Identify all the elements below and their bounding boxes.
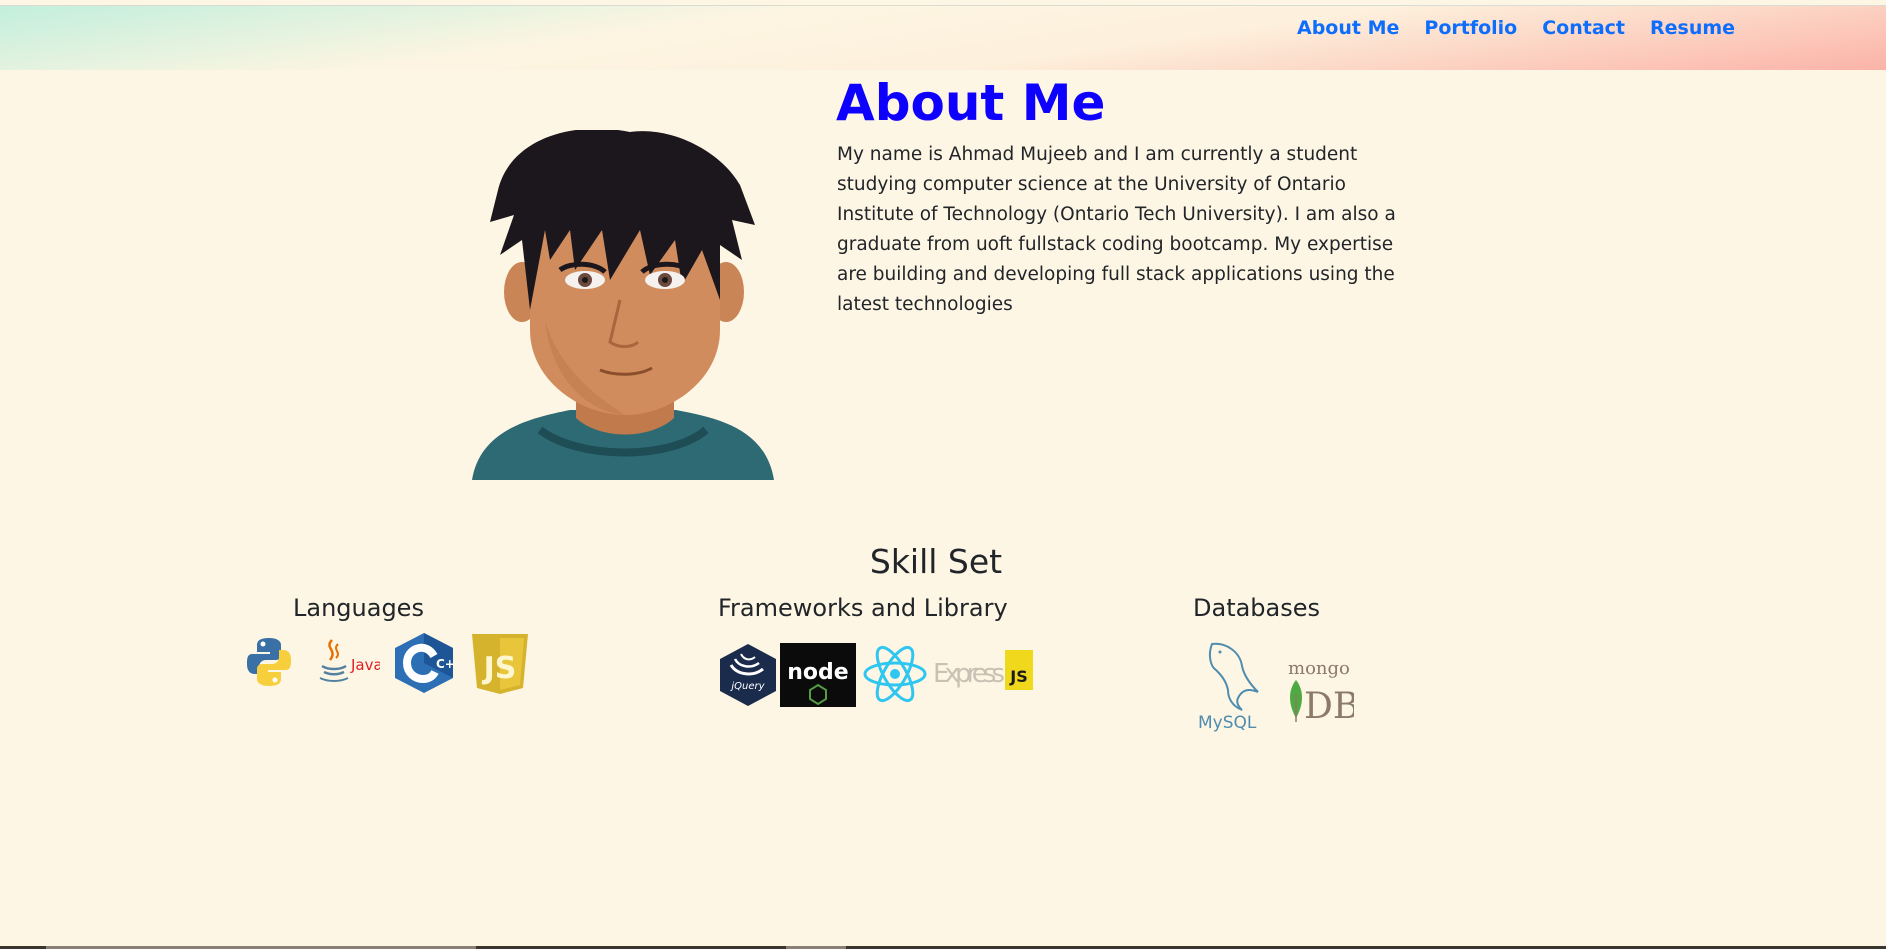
java-text: Java [350, 656, 380, 674]
mongo-text: mongo [1288, 658, 1350, 679]
mongodb-icon: mongo DB [1288, 658, 1354, 722]
nav-link-portfolio[interactable]: Portfolio [1424, 12, 1517, 44]
nav-link-contact[interactable]: Contact [1542, 12, 1625, 44]
react-icon [863, 645, 927, 703]
databases-title: Databases [1193, 594, 1321, 622]
mysql-text: MySQL [1198, 713, 1257, 732]
java-icon: Java [319, 639, 380, 682]
cpp-text: C++ [436, 657, 456, 671]
jquery-text: jQuery [729, 681, 765, 692]
express-text: Express [933, 659, 1005, 689]
nav-links: About Me Portfolio Contact Resume [1297, 12, 1760, 44]
cplusplus-icon: C++ [395, 633, 456, 693]
nodejs-icon: node [780, 643, 856, 707]
about-title: About Me [836, 74, 1106, 132]
frameworks-title: Frameworks and Library [718, 594, 1008, 622]
avatar [472, 130, 774, 480]
express-js-text: JS [1009, 667, 1027, 686]
node-text: node [787, 660, 848, 685]
expressjs-icon: Express JS [933, 650, 1033, 690]
nav-link-resume[interactable]: Resume [1650, 12, 1735, 44]
navbar: About Me Portfolio Contact Resume [0, 5, 1886, 70]
mysql-icon: MySQL [1198, 642, 1259, 732]
js-text: JS [482, 651, 517, 686]
javascript-icon: JS [472, 634, 528, 694]
skills-title: Skill Set [869, 542, 1003, 581]
python-icon [247, 638, 291, 686]
jquery-icon: jQuery [720, 644, 776, 706]
languages-title: Languages [293, 594, 424, 622]
about-description: My name is Ahmad Mujeeb and I am current… [837, 144, 1396, 315]
nav-link-about-me[interactable]: About Me [1297, 12, 1399, 44]
db-text: DB [1304, 686, 1354, 722]
